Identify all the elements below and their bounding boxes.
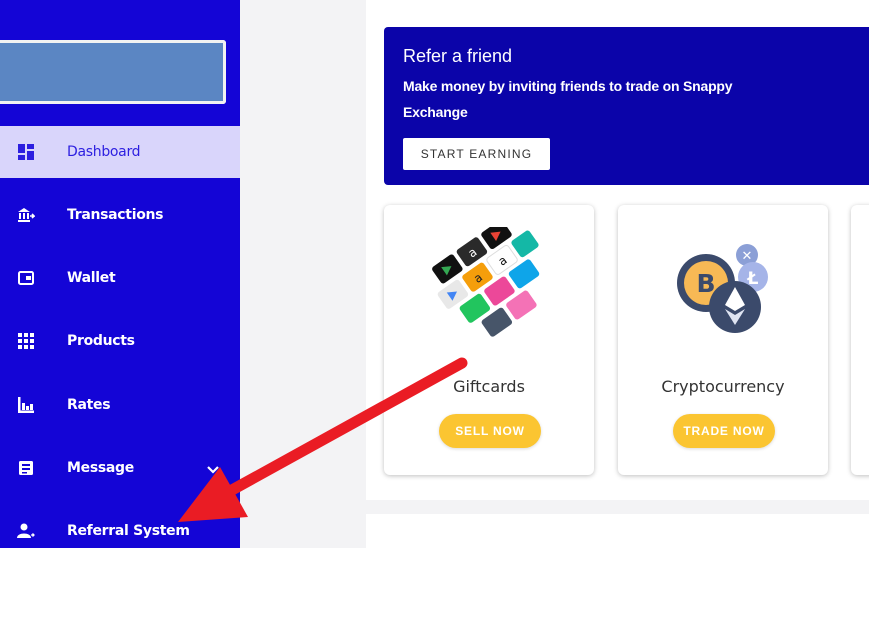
refer-subtitle: Make money by inviting friends to trade … xyxy=(403,78,733,120)
dashboard-icon xyxy=(17,143,35,161)
refer-title: Refer a friend xyxy=(403,46,513,66)
chart-icon xyxy=(17,396,35,414)
sidebar-item-referral-system[interactable]: Referral System xyxy=(0,505,240,548)
sidebar: Dashboard Transactions Wallet Products R xyxy=(0,0,240,548)
card-title: Cryptocurrency xyxy=(661,377,785,396)
message-icon xyxy=(17,459,35,477)
sell-now-button[interactable]: SELL NOW xyxy=(439,414,541,448)
lower-panel xyxy=(366,514,869,548)
start-earning-button[interactable]: START EARNING xyxy=(403,138,550,170)
sidebar-item-label: Products xyxy=(67,333,135,349)
sidebar-item-label: Referral System xyxy=(67,523,190,539)
sidebar-item-wallet[interactable]: Wallet xyxy=(0,252,240,304)
giftcards-card[interactable]: a a a Giftcards SELL NOW xyxy=(384,205,594,475)
card-title: Giftcards xyxy=(453,377,525,396)
page-gutter xyxy=(240,0,366,548)
sidebar-item-label: Transactions xyxy=(67,207,164,223)
sidebar-item-dashboard[interactable]: Dashboard xyxy=(0,126,240,178)
sidebar-item-label: Wallet xyxy=(67,270,116,286)
sidebar-search-box[interactable] xyxy=(0,40,226,104)
chevron-down-icon[interactable] xyxy=(207,462,219,480)
cryptocurrency-card[interactable]: B ✕ Ł Cryptocurrency TRADE NOW xyxy=(618,205,828,475)
grid-icon xyxy=(17,332,35,350)
cryptocurrency-illustration: B ✕ Ł xyxy=(677,244,768,333)
sidebar-item-label: Message xyxy=(67,460,134,476)
screenshot-area: Dashboard Transactions Wallet Products R xyxy=(0,0,869,548)
sidebar-item-message[interactable]: Message xyxy=(0,442,240,494)
sidebar-item-rates[interactable]: Rates xyxy=(0,379,240,431)
bank-transfer-icon xyxy=(17,206,35,224)
sidebar-item-transactions[interactable]: Transactions xyxy=(0,189,240,241)
giftcards-illustration: a a a xyxy=(432,227,540,337)
svg-text:B: B xyxy=(696,269,715,298)
sidebar-item-products[interactable]: Products xyxy=(0,315,240,367)
svg-text:✕: ✕ xyxy=(742,249,753,264)
trade-now-button[interactable]: TRADE NOW xyxy=(673,414,775,448)
product-card-partial[interactable] xyxy=(851,205,869,475)
sidebar-item-label: Rates xyxy=(67,397,111,413)
user-referral-icon xyxy=(17,522,35,540)
wallet-icon xyxy=(17,269,35,287)
refer-banner: Refer a friend Make money by inviting fr… xyxy=(384,27,869,185)
sidebar-item-label: Dashboard xyxy=(67,144,141,160)
